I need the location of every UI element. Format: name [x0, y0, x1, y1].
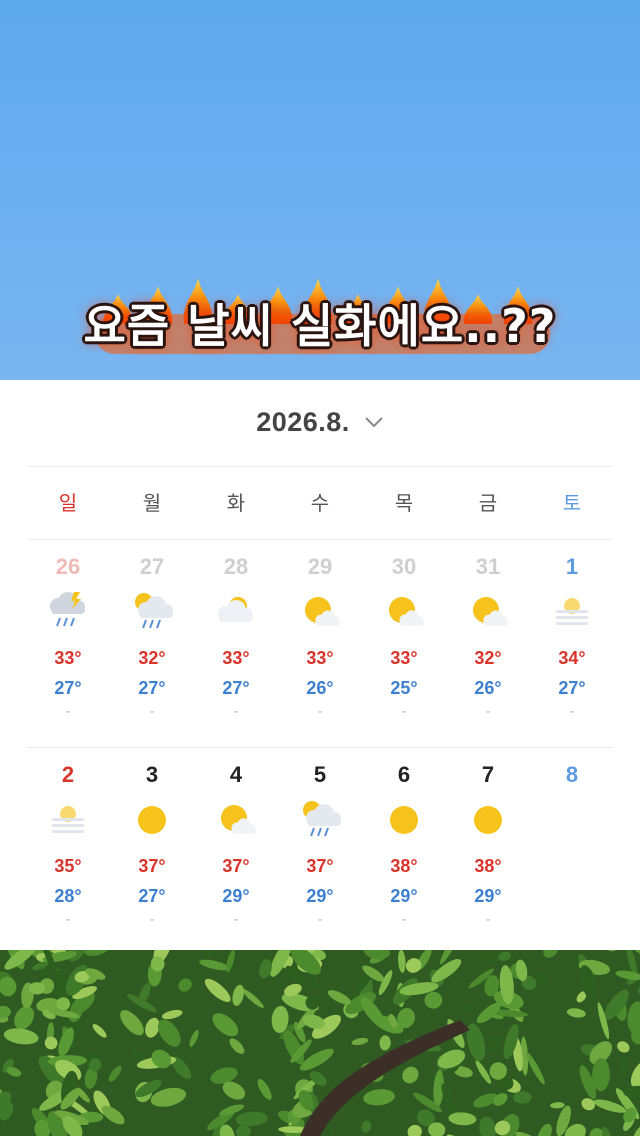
high-temperature: 37°	[306, 856, 334, 876]
precipitation-placeholder: -	[317, 704, 323, 720]
sunny-icon	[474, 806, 502, 834]
precipitation-placeholder: -	[65, 704, 71, 720]
weekday-label: 목	[394, 491, 414, 515]
low-temperature: 25°	[390, 678, 418, 698]
calendar-panel: 2026.8. 일월화수목금토 26 33° 27° -27 32° 27° -28 33° 2…	[0, 380, 640, 950]
low-temperature: 27°	[558, 678, 586, 698]
low-temperature: 26°	[474, 678, 502, 698]
day-cell[interactable]: 26 33° 27° -	[26, 540, 110, 745]
weekday-label: 토	[562, 491, 582, 515]
day-cell[interactable]: 31 32° 26° -	[446, 540, 530, 745]
high-temperature: 32°	[474, 648, 502, 668]
precipitation-placeholder: -	[317, 912, 323, 928]
precipitation-placeholder: -	[569, 704, 575, 720]
day-number: 8	[565, 762, 579, 787]
precipitation-placeholder: -	[233, 912, 239, 928]
weekday-label: 화	[226, 491, 246, 515]
haze-icon	[556, 598, 588, 625]
day-cell[interactable]: 5 37° 29° -	[278, 748, 362, 953]
low-temperature: 29°	[474, 886, 502, 906]
tree-photo	[0, 950, 640, 1136]
mostly-sunny-icon	[221, 805, 256, 834]
precipitation-placeholder: -	[65, 912, 71, 928]
month-selector[interactable]: 2026.8.	[0, 402, 640, 442]
low-temperature: 28°	[54, 886, 82, 906]
high-temperature: 33°	[390, 648, 418, 668]
high-temperature: 33°	[54, 648, 82, 668]
day-number: 26	[55, 554, 81, 579]
mostly-sunny-icon	[473, 597, 508, 626]
low-temperature: 29°	[222, 886, 250, 906]
day-number: 28	[223, 554, 249, 579]
day-number: 5	[313, 762, 327, 787]
precipitation-placeholder: -	[233, 704, 239, 720]
partly-cloudy-icon	[218, 597, 253, 622]
calendar-week-2: 2 35° 28° - 3 37° 27° - 4 37° 29° - 5 37° 29° - 6 38° 29° -…	[28, 748, 612, 953]
day-cell[interactable]: 3 37° 27° -	[110, 748, 194, 953]
high-temperature: 33°	[306, 648, 334, 668]
day-number: 2	[61, 762, 75, 787]
mostly-sunny-icon	[389, 597, 424, 626]
high-temperature: 32°	[138, 648, 166, 668]
low-temperature: 27°	[54, 678, 82, 698]
day-cell[interactable]: 30 33° 25° -	[362, 540, 446, 745]
day-cell[interactable]: 4 37° 29° -	[194, 748, 278, 953]
haze-icon	[52, 806, 84, 833]
day-cell[interactable]: 28 33° 27° -	[194, 540, 278, 745]
low-temperature: 29°	[306, 886, 334, 906]
low-temperature: 27°	[138, 886, 166, 906]
day-number: 6	[397, 762, 411, 787]
thunderstorm-rain-icon	[50, 592, 85, 627]
high-temperature: 38°	[390, 856, 418, 876]
sun-rain-icon	[303, 801, 341, 837]
precipitation-placeholder: -	[149, 704, 155, 720]
mostly-sunny-icon	[305, 597, 340, 626]
day-number: 30	[391, 554, 417, 579]
low-temperature: 26°	[306, 678, 334, 698]
day-cell[interactable]: 7 38° 29° -	[446, 748, 530, 953]
weekday-label: 일	[58, 491, 78, 515]
high-temperature: 38°	[474, 856, 502, 876]
sunny-icon	[138, 806, 166, 834]
day-cell[interactable]: 1 34° 27° -	[530, 540, 614, 745]
caption-banner: 요즘 날씨 실화에요..??	[0, 262, 640, 372]
chevron-down-icon[interactable]	[364, 415, 384, 429]
precipitation-placeholder: -	[485, 704, 491, 720]
day-number: 27	[139, 554, 165, 579]
sunny-icon	[390, 806, 418, 834]
day-number: 4	[229, 762, 243, 787]
calendar-week-1: 26 33° 27° - 27 32° 27° - 28 33° 27° - 29 33° 26° - 30 33…	[28, 540, 612, 745]
high-temperature: 33°	[222, 648, 250, 668]
low-temperature: 27°	[222, 678, 250, 698]
day-cell[interactable]: 6 38° 29° -	[362, 748, 446, 953]
month-label[interactable]: 2026.8.	[256, 407, 350, 438]
low-temperature: 27°	[138, 678, 166, 698]
precipitation-placeholder: -	[149, 912, 155, 928]
high-temperature: 35°	[54, 856, 82, 876]
weekday-label: 금	[478, 491, 498, 515]
high-temperature: 37°	[138, 856, 166, 876]
day-cell[interactable]: 27 32° 27° -	[110, 540, 194, 745]
day-cell[interactable]: 29 33° 26° -	[278, 540, 362, 745]
day-cell[interactable]: 8	[530, 748, 614, 953]
precipitation-placeholder: -	[401, 704, 407, 720]
high-temperature: 37°	[222, 856, 250, 876]
tree-leaves-image	[0, 950, 640, 1136]
high-temperature: 34°	[558, 648, 586, 668]
weekday-header: 일월화수목금토	[28, 466, 612, 540]
precipitation-placeholder: -	[401, 912, 407, 928]
day-number: 29	[307, 554, 333, 579]
caption-text: 요즘 날씨 실화에요..??	[83, 299, 557, 353]
day-number: 31	[475, 554, 501, 579]
day-cell[interactable]: 2 35° 28° -	[26, 748, 110, 953]
weekday-label: 수	[310, 491, 330, 515]
sun-rain-icon	[135, 593, 173, 629]
day-number: 3	[145, 762, 159, 787]
precipitation-placeholder: -	[485, 912, 491, 928]
weekday-label: 월	[142, 491, 162, 515]
low-temperature: 29°	[390, 886, 418, 906]
day-number: 7	[481, 762, 495, 787]
day-number: 1	[565, 554, 579, 579]
